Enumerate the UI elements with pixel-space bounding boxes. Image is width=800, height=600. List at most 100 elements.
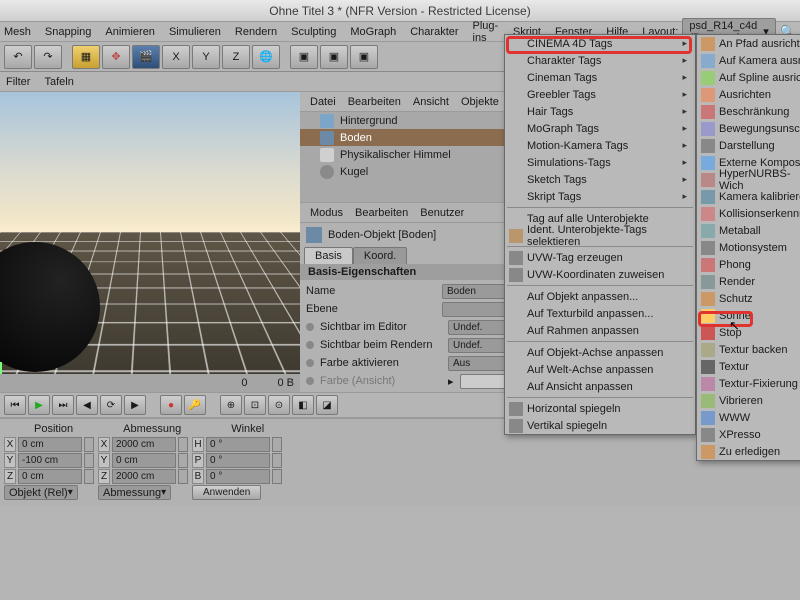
attr-menu-bearbeiten[interactable]: Bearbeiten (355, 207, 408, 219)
tool-film[interactable]: 🎬 (132, 45, 160, 69)
tag-xpresso[interactable]: XPresso (697, 426, 800, 443)
tafeln-menu[interactable]: Tafeln (44, 76, 73, 88)
tag-schutz[interactable]: Schutz (697, 290, 800, 307)
tool-axis-x[interactable]: X (162, 45, 190, 69)
tag-darstellung[interactable]: Darstellung (697, 137, 800, 154)
goto-start-button[interactable]: ⏮ (4, 395, 26, 415)
loop-button[interactable]: ⟳ (100, 395, 122, 415)
tool-render-settings[interactable]: ▣ (350, 45, 378, 69)
key-param-button[interactable]: ◧ (292, 395, 314, 415)
next-key-button[interactable]: ▶ (124, 395, 146, 415)
spinner[interactable] (84, 469, 94, 484)
tool-axis-z[interactable]: Z (222, 45, 250, 69)
spinner[interactable] (178, 437, 188, 452)
spinner[interactable] (84, 453, 94, 468)
size-mode-select[interactable]: Abmessung ▾ (98, 485, 171, 500)
mi-sketch-tags[interactable]: Sketch Tags▸ (505, 171, 695, 188)
tag-vibrieren[interactable]: Vibrieren (697, 392, 800, 409)
om-menu-bearbeiten[interactable]: Bearbeiten (348, 96, 401, 108)
tool-axis-y[interactable]: Y (192, 45, 220, 69)
pos-y[interactable]: -100 cm (18, 453, 82, 468)
tag-phong[interactable]: Phong (697, 256, 800, 273)
tag-auf-kamera[interactable]: Auf Kamera ausric (697, 52, 800, 69)
key-rot-button[interactable]: ⊙ (268, 395, 290, 415)
input-ebene[interactable] (442, 302, 512, 317)
menu-charakter[interactable]: Charakter (410, 26, 458, 38)
chevron-right-icon[interactable]: ▸ (448, 375, 454, 388)
attr-menu-modus[interactable]: Modus (310, 207, 343, 219)
tab-basis[interactable]: Basis (304, 247, 353, 264)
tag-ausrichten[interactable]: Ausrichten (697, 86, 800, 103)
autokey-button[interactable]: 🔑 (184, 395, 206, 415)
menu-plugins[interactable]: Plug-ins (473, 20, 499, 44)
tool-move[interactable]: ✥ (102, 45, 130, 69)
filter-menu[interactable]: Filter (6, 76, 30, 88)
record-button[interactable]: ● (160, 395, 182, 415)
tag-sonne[interactable]: Sonne (697, 307, 800, 324)
mi-skript-tags[interactable]: Skript Tags▸ (505, 188, 695, 205)
menu-snapping[interactable]: Snapping (45, 26, 92, 38)
mi-charakter-tags[interactable]: Charakter Tags▸ (505, 52, 695, 69)
tool-select[interactable]: ▦ (72, 45, 100, 69)
pos-x[interactable]: 0 cm (18, 437, 82, 452)
size-x[interactable]: 2000 cm (112, 437, 176, 452)
menu-mesh[interactable]: Mesh (4, 26, 31, 38)
mi-hair-tags[interactable]: Hair Tags▸ (505, 103, 695, 120)
tag-an-pfad[interactable]: An Pfad ausrichten (697, 35, 800, 52)
attr-menu-benutzer[interactable]: Benutzer (420, 207, 464, 219)
tool-world[interactable]: 🌐 (252, 45, 280, 69)
tag-beschraenkung[interactable]: Beschränkung (697, 103, 800, 120)
spinner[interactable] (272, 453, 282, 468)
tool-redo[interactable]: ↷ (34, 45, 62, 69)
menu-rendern[interactable]: Rendern (235, 26, 277, 38)
size-y[interactable]: 0 cm (112, 453, 176, 468)
mi-cineman-tags[interactable]: Cineman Tags▸ (505, 69, 695, 86)
mi-mograph-tags[interactable]: MoGraph Tags▸ (505, 120, 695, 137)
spinner[interactable] (178, 453, 188, 468)
menu-animieren[interactable]: Animieren (105, 26, 155, 38)
tag-www[interactable]: WWW (697, 409, 800, 426)
rot-b[interactable]: 0 ° (206, 469, 270, 484)
key-pla-button[interactable]: ◪ (316, 395, 338, 415)
tag-textur-fix[interactable]: Textur-Fixierung (697, 375, 800, 392)
spinner[interactable] (84, 437, 94, 452)
menu-sculpting[interactable]: Sculpting (291, 26, 336, 38)
tag-stop[interactable]: Stop (697, 324, 800, 341)
key-pos-button[interactable]: ⊕ (220, 395, 242, 415)
tag-render[interactable]: Render (697, 273, 800, 290)
pos-z[interactable]: 0 cm (18, 469, 82, 484)
prev-key-button[interactable]: ◀ (76, 395, 98, 415)
tag-auf-spline[interactable]: Auf Spline ausrich (697, 69, 800, 86)
menu-simulieren[interactable]: Simulieren (169, 26, 221, 38)
tool-undo[interactable]: ↶ (4, 45, 32, 69)
tag-metaball[interactable]: Metaball (697, 222, 800, 239)
tag-hypernurbs[interactable]: HyperNURBS-Wich (697, 171, 800, 188)
tag-collision[interactable]: Kollisionserkennun (697, 205, 800, 222)
tag-kamera-kalib[interactable]: Kamera kalibriere (697, 188, 800, 205)
menu-mograph[interactable]: MoGraph (350, 26, 396, 38)
tab-koord[interactable]: Koord. (353, 247, 407, 264)
tool-render-pv[interactable]: ▣ (320, 45, 348, 69)
spinner[interactable] (272, 437, 282, 452)
spinner[interactable] (272, 469, 282, 484)
rot-p[interactable]: 0 ° (206, 453, 270, 468)
tag-motion-blur[interactable]: Bewegungsunscha (697, 120, 800, 137)
mi-c4d-tags[interactable]: CINEMA 4D Tags▸ (505, 35, 695, 52)
input-name[interactable]: Boden (442, 284, 512, 299)
size-z[interactable]: 2000 cm (112, 469, 176, 484)
anim-dot-icon[interactable] (306, 377, 314, 385)
mi-greebler-tags[interactable]: Greebler Tags▸ (505, 86, 695, 103)
spinner[interactable] (178, 469, 188, 484)
om-menu-datei[interactable]: Datei (310, 96, 336, 108)
tag-textur[interactable]: Textur (697, 358, 800, 375)
mi-ident-tags[interactable]: Ident. Unterobjekte-Tags selektieren (505, 227, 695, 244)
rot-h[interactable]: 0 ° (206, 437, 270, 452)
apply-button[interactable]: Anwenden (192, 485, 261, 500)
om-menu-objekte[interactable]: Objekte (461, 96, 499, 108)
anim-dot-icon[interactable] (306, 323, 314, 331)
goto-end-button[interactable]: ⏭ (52, 395, 74, 415)
mi-simulations-tags[interactable]: Simulations-Tags▸ (505, 154, 695, 171)
tool-render[interactable]: ▣ (290, 45, 318, 69)
tag-motionsystem[interactable]: Motionsystem (697, 239, 800, 256)
key-scale-button[interactable]: ⊡ (244, 395, 266, 415)
